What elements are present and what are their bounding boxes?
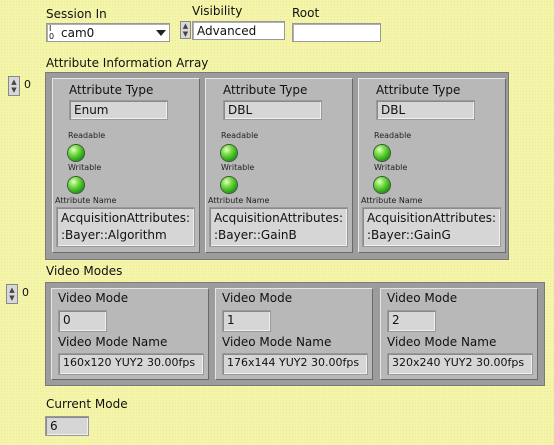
index-increment-icon[interactable]: ▲ ▼	[8, 76, 20, 96]
session-in-control[interactable]: I0 cam0	[46, 23, 170, 42]
current-mode-value: 6	[45, 416, 89, 436]
attribute-array-label: Attribute Information Array	[46, 56, 209, 70]
attribute-type-value: DBL	[376, 100, 475, 120]
root-label: Root	[292, 6, 320, 20]
readable-label: Readable	[374, 131, 412, 140]
session-in-label: Session In	[46, 7, 107, 21]
current-mode-label: Current Mode	[46, 397, 128, 411]
attribute-name-label: Attribute Name	[208, 196, 270, 205]
attribute-name-value: AcquisitionAttributes: :Bayer::Algorithm	[56, 207, 195, 247]
attribute-type-label: Attribute Type	[69, 83, 154, 97]
video-mode-value: 2	[387, 310, 436, 332]
video-modes-index-value[interactable]: 0	[20, 286, 38, 302]
session-io-icon: I0	[49, 24, 55, 41]
visibility-field[interactable]: Advanced	[192, 21, 285, 40]
attribute-name-label: Attribute Name	[55, 196, 117, 205]
readable-label: Readable	[221, 131, 259, 140]
visibility-label: Visibility	[192, 4, 243, 18]
video-mode-value: 1	[222, 310, 271, 332]
video-modes-label: Video Modes	[46, 264, 123, 278]
video-mode-name-value: 320x240 YUY2 30.00fps	[387, 353, 533, 375]
video-mode-name-label: Video Mode Name	[58, 335, 168, 349]
video-mode-cluster: Video Mode 0 Video Mode Name 160x120 YUY…	[51, 288, 209, 380]
writable-led[interactable]	[221, 177, 237, 193]
video-mode-name-label: Video Mode Name	[387, 335, 497, 349]
attribute-array-index[interactable]: ▲ ▼ 0	[8, 76, 40, 96]
attribute-cluster: Attribute Type Enum Readable Writable At…	[52, 78, 200, 253]
attribute-name-value: AcquisitionAttributes: :Bayer::GainB	[209, 207, 348, 247]
video-mode-value: 0	[58, 310, 107, 332]
writable-label: Writable	[374, 163, 408, 172]
writable-led[interactable]	[68, 177, 84, 193]
attribute-cluster: Attribute Type DBL Readable Writable Att…	[358, 78, 506, 253]
readable-label: Readable	[68, 131, 106, 140]
video-mode-name-value: 176x144 YUY2 30.00fps	[222, 353, 368, 375]
video-mode-name-value: 160x120 YUY2 30.00fps	[58, 353, 204, 375]
attribute-type-value: Enum	[69, 100, 168, 120]
attribute-array-index-value[interactable]: 0	[22, 78, 40, 94]
attribute-type-value: DBL	[223, 100, 322, 120]
dropdown-arrow-icon[interactable]	[156, 30, 166, 36]
readable-led[interactable]	[68, 145, 84, 161]
root-field[interactable]	[292, 23, 381, 42]
index-increment-icon[interactable]: ▲ ▼	[6, 284, 18, 304]
visibility-increment-icon[interactable]: ▲ ▼	[180, 21, 191, 39]
attribute-type-label: Attribute Type	[376, 83, 461, 97]
video-mode-cluster: Video Mode 1 Video Mode Name 176x144 YUY…	[215, 288, 373, 380]
writable-led[interactable]	[374, 177, 390, 193]
session-in-value: cam0	[61, 26, 95, 40]
video-mode-label: Video Mode	[222, 291, 293, 305]
video-mode-cluster: Video Mode 2 Video Mode Name 320x240 YUY…	[380, 288, 538, 380]
readable-led[interactable]	[374, 145, 390, 161]
attribute-name-label: Attribute Name	[361, 196, 423, 205]
attribute-name-value: AcquisitionAttributes: :Bayer::GainG	[362, 207, 501, 247]
attribute-type-label: Attribute Type	[223, 83, 308, 97]
video-mode-label: Video Mode	[58, 291, 129, 305]
readable-led[interactable]	[221, 145, 237, 161]
video-mode-label: Video Mode	[387, 291, 458, 305]
video-mode-name-label: Video Mode Name	[222, 335, 332, 349]
writable-label: Writable	[68, 163, 102, 172]
writable-label: Writable	[221, 163, 255, 172]
attribute-cluster: Attribute Type DBL Readable Writable Att…	[205, 78, 353, 253]
video-modes-index[interactable]: ▲ ▼ 0	[6, 284, 38, 304]
